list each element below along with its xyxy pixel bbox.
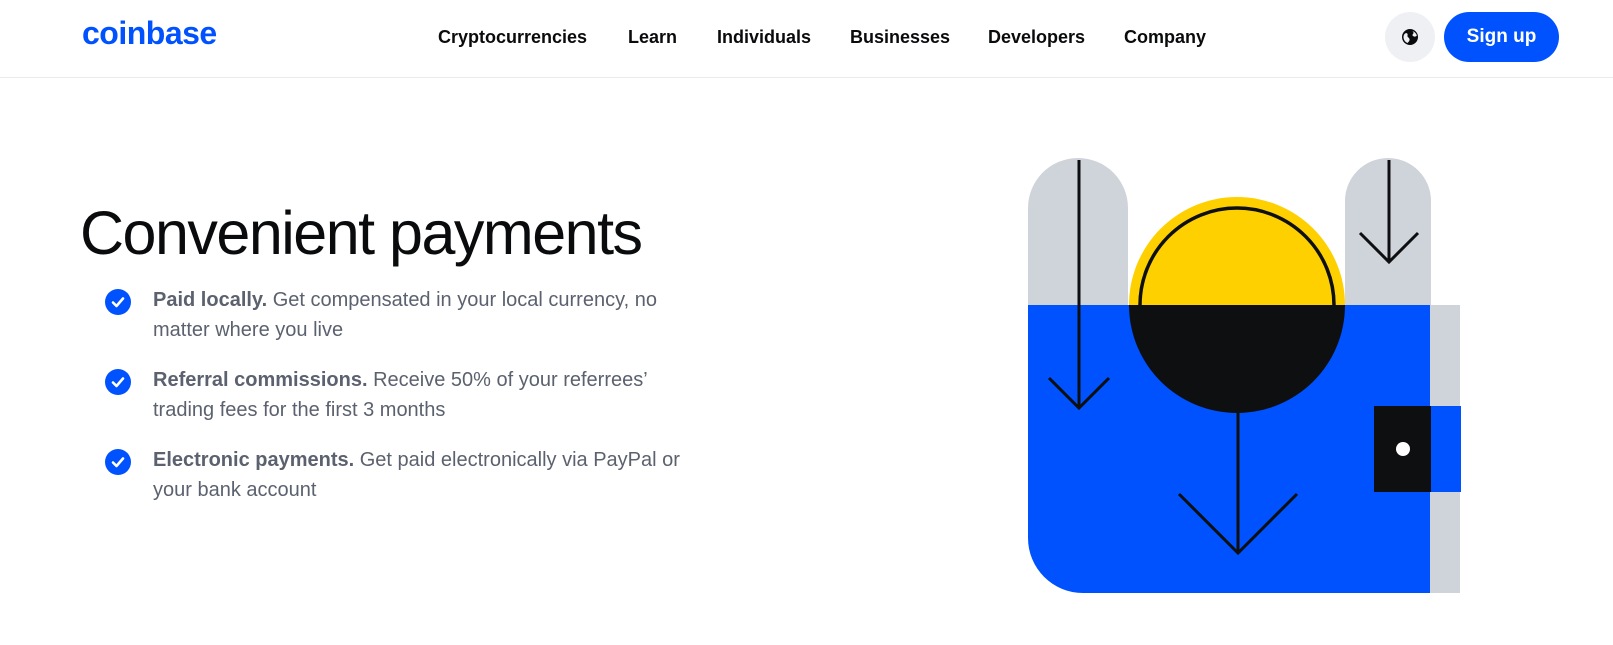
wallet-illustration bbox=[1028, 158, 1461, 593]
check-circle-icon bbox=[105, 289, 131, 315]
language-button[interactable] bbox=[1385, 12, 1435, 62]
nav-item-learn[interactable]: Learn bbox=[628, 27, 677, 48]
nav-item-cryptocurrencies[interactable]: Cryptocurrencies bbox=[438, 27, 587, 48]
nav-item-company[interactable]: Company bbox=[1124, 27, 1206, 48]
feature-title: Paid locally. bbox=[153, 289, 268, 311]
top-navigation-bar: coinbase Cryptocurrencies Learn Individu… bbox=[0, 0, 1613, 78]
nav-item-developers[interactable]: Developers bbox=[988, 27, 1085, 48]
coin-top-half bbox=[1129, 197, 1345, 305]
list-item: Electronic payments. Get paid electronic… bbox=[105, 445, 705, 525]
wallet-clasp-strap bbox=[1431, 406, 1461, 492]
feature-description: Referral commissions. Receive 50% of you… bbox=[153, 365, 713, 425]
sign-up-button[interactable]: Sign up bbox=[1444, 12, 1559, 62]
nav-item-individuals[interactable]: Individuals bbox=[717, 27, 811, 48]
check-circle-icon bbox=[105, 369, 131, 395]
check-circle-icon bbox=[105, 449, 131, 475]
feature-title: Electronic payments. bbox=[153, 449, 355, 471]
wallet-clasp-dot bbox=[1396, 442, 1410, 456]
feature-list: Paid locally. Get compensated in your lo… bbox=[105, 285, 705, 525]
feature-description: Paid locally. Get compensated in your lo… bbox=[153, 285, 713, 345]
list-item: Referral commissions. Receive 50% of you… bbox=[105, 365, 705, 445]
globe-icon bbox=[1402, 29, 1418, 45]
coinbase-logo[interactable]: coinbase bbox=[82, 15, 217, 52]
feature-title: Referral commissions. bbox=[153, 369, 368, 391]
page-title: Convenient payments bbox=[80, 199, 643, 267]
feature-description: Electronic payments. Get paid electronic… bbox=[153, 445, 713, 505]
list-item: Paid locally. Get compensated in your lo… bbox=[105, 285, 705, 365]
nav-item-businesses[interactable]: Businesses bbox=[850, 27, 950, 48]
